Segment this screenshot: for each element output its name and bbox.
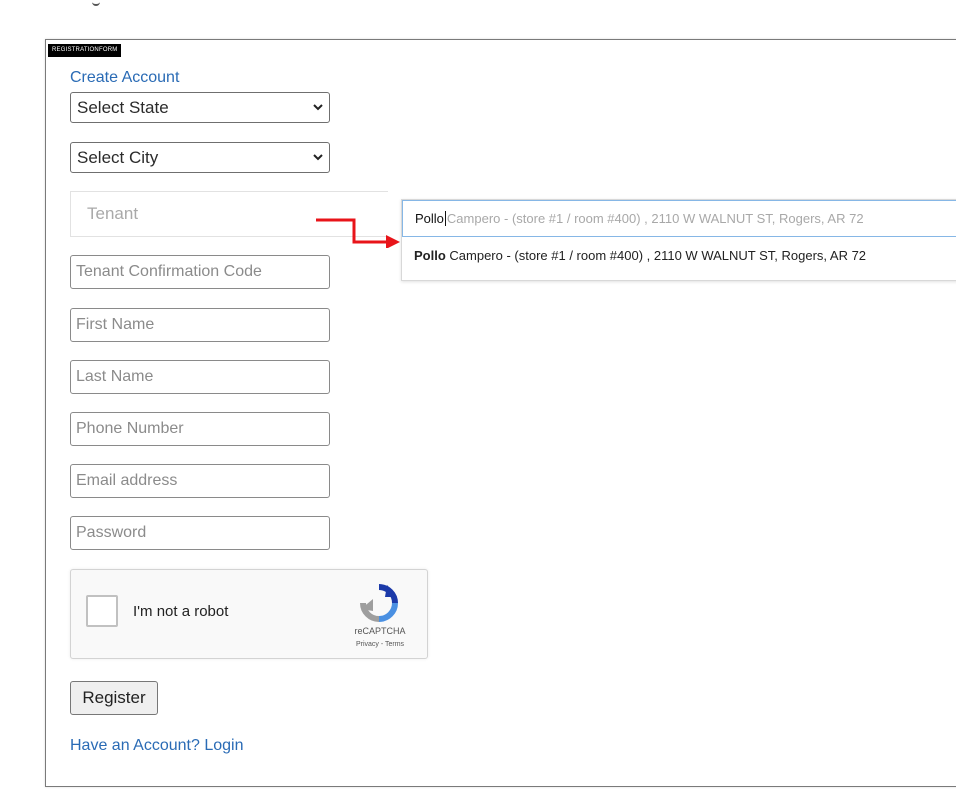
- captcha-links[interactable]: Privacy - Terms: [347, 641, 413, 648]
- captcha-brand: reCAPTCHA: [354, 626, 406, 636]
- autocomplete-suggestion[interactable]: Pollo Campero - (store #1 / room #400) ,…: [414, 248, 866, 263]
- tenant-code-input[interactable]: [71, 256, 329, 288]
- form-tag: REGISTRATIONFORM: [48, 44, 122, 57]
- state-select-value: Select State: [77, 98, 169, 117]
- recaptcha-widget: I'm not a robot reCAPTCHA Privacy - Term…: [70, 569, 428, 659]
- suggestion-match: Pollo: [414, 248, 446, 263]
- top-fragment: [92, 0, 100, 6]
- chevron-down-icon: [313, 104, 323, 111]
- email-input[interactable]: [71, 465, 329, 497]
- phone-input[interactable]: [71, 413, 329, 445]
- first-name-field[interactable]: [70, 308, 330, 342]
- tenant-placeholder: Tenant: [87, 204, 139, 223]
- chevron-down-icon: [313, 154, 323, 161]
- register-button[interactable]: Register: [70, 681, 158, 715]
- city-select[interactable]: Select City: [70, 142, 330, 173]
- suggestion-rest: Campero - (store #1 / room #400) , 2110 …: [445, 248, 867, 263]
- page-title: Create Account: [70, 69, 180, 86]
- autocomplete-typed: Pollo: [415, 211, 444, 226]
- login-link[interactable]: Have an Account? Login: [70, 737, 243, 755]
- phone-field[interactable]: [70, 412, 330, 446]
- email-field[interactable]: [70, 464, 330, 498]
- captcha-label: I'm not a robot: [133, 603, 229, 620]
- text-caret: [444, 211, 446, 227]
- city-select-value: Select City: [77, 148, 159, 167]
- first-name-input[interactable]: [71, 309, 329, 341]
- password-input[interactable]: [71, 517, 329, 549]
- password-field[interactable]: [70, 516, 330, 550]
- last-name-input[interactable]: [71, 361, 329, 393]
- state-select[interactable]: Select State: [70, 92, 330, 123]
- captcha-checkbox[interactable]: [86, 595, 118, 627]
- autocomplete-input[interactable]: Pollo Campero - (store #1 / room #400) , …: [402, 200, 956, 237]
- recaptcha-logo-icon: [360, 584, 398, 622]
- autocomplete-hint: Campero - (store #1 / room #400) , 2110 …: [446, 211, 864, 226]
- last-name-field[interactable]: [70, 360, 330, 394]
- tenant-code-field[interactable]: [70, 255, 330, 289]
- red-arrow-annotation: [316, 218, 400, 248]
- tenant-autocomplete: Pollo Campero - (store #1 / room #400) , …: [401, 199, 956, 281]
